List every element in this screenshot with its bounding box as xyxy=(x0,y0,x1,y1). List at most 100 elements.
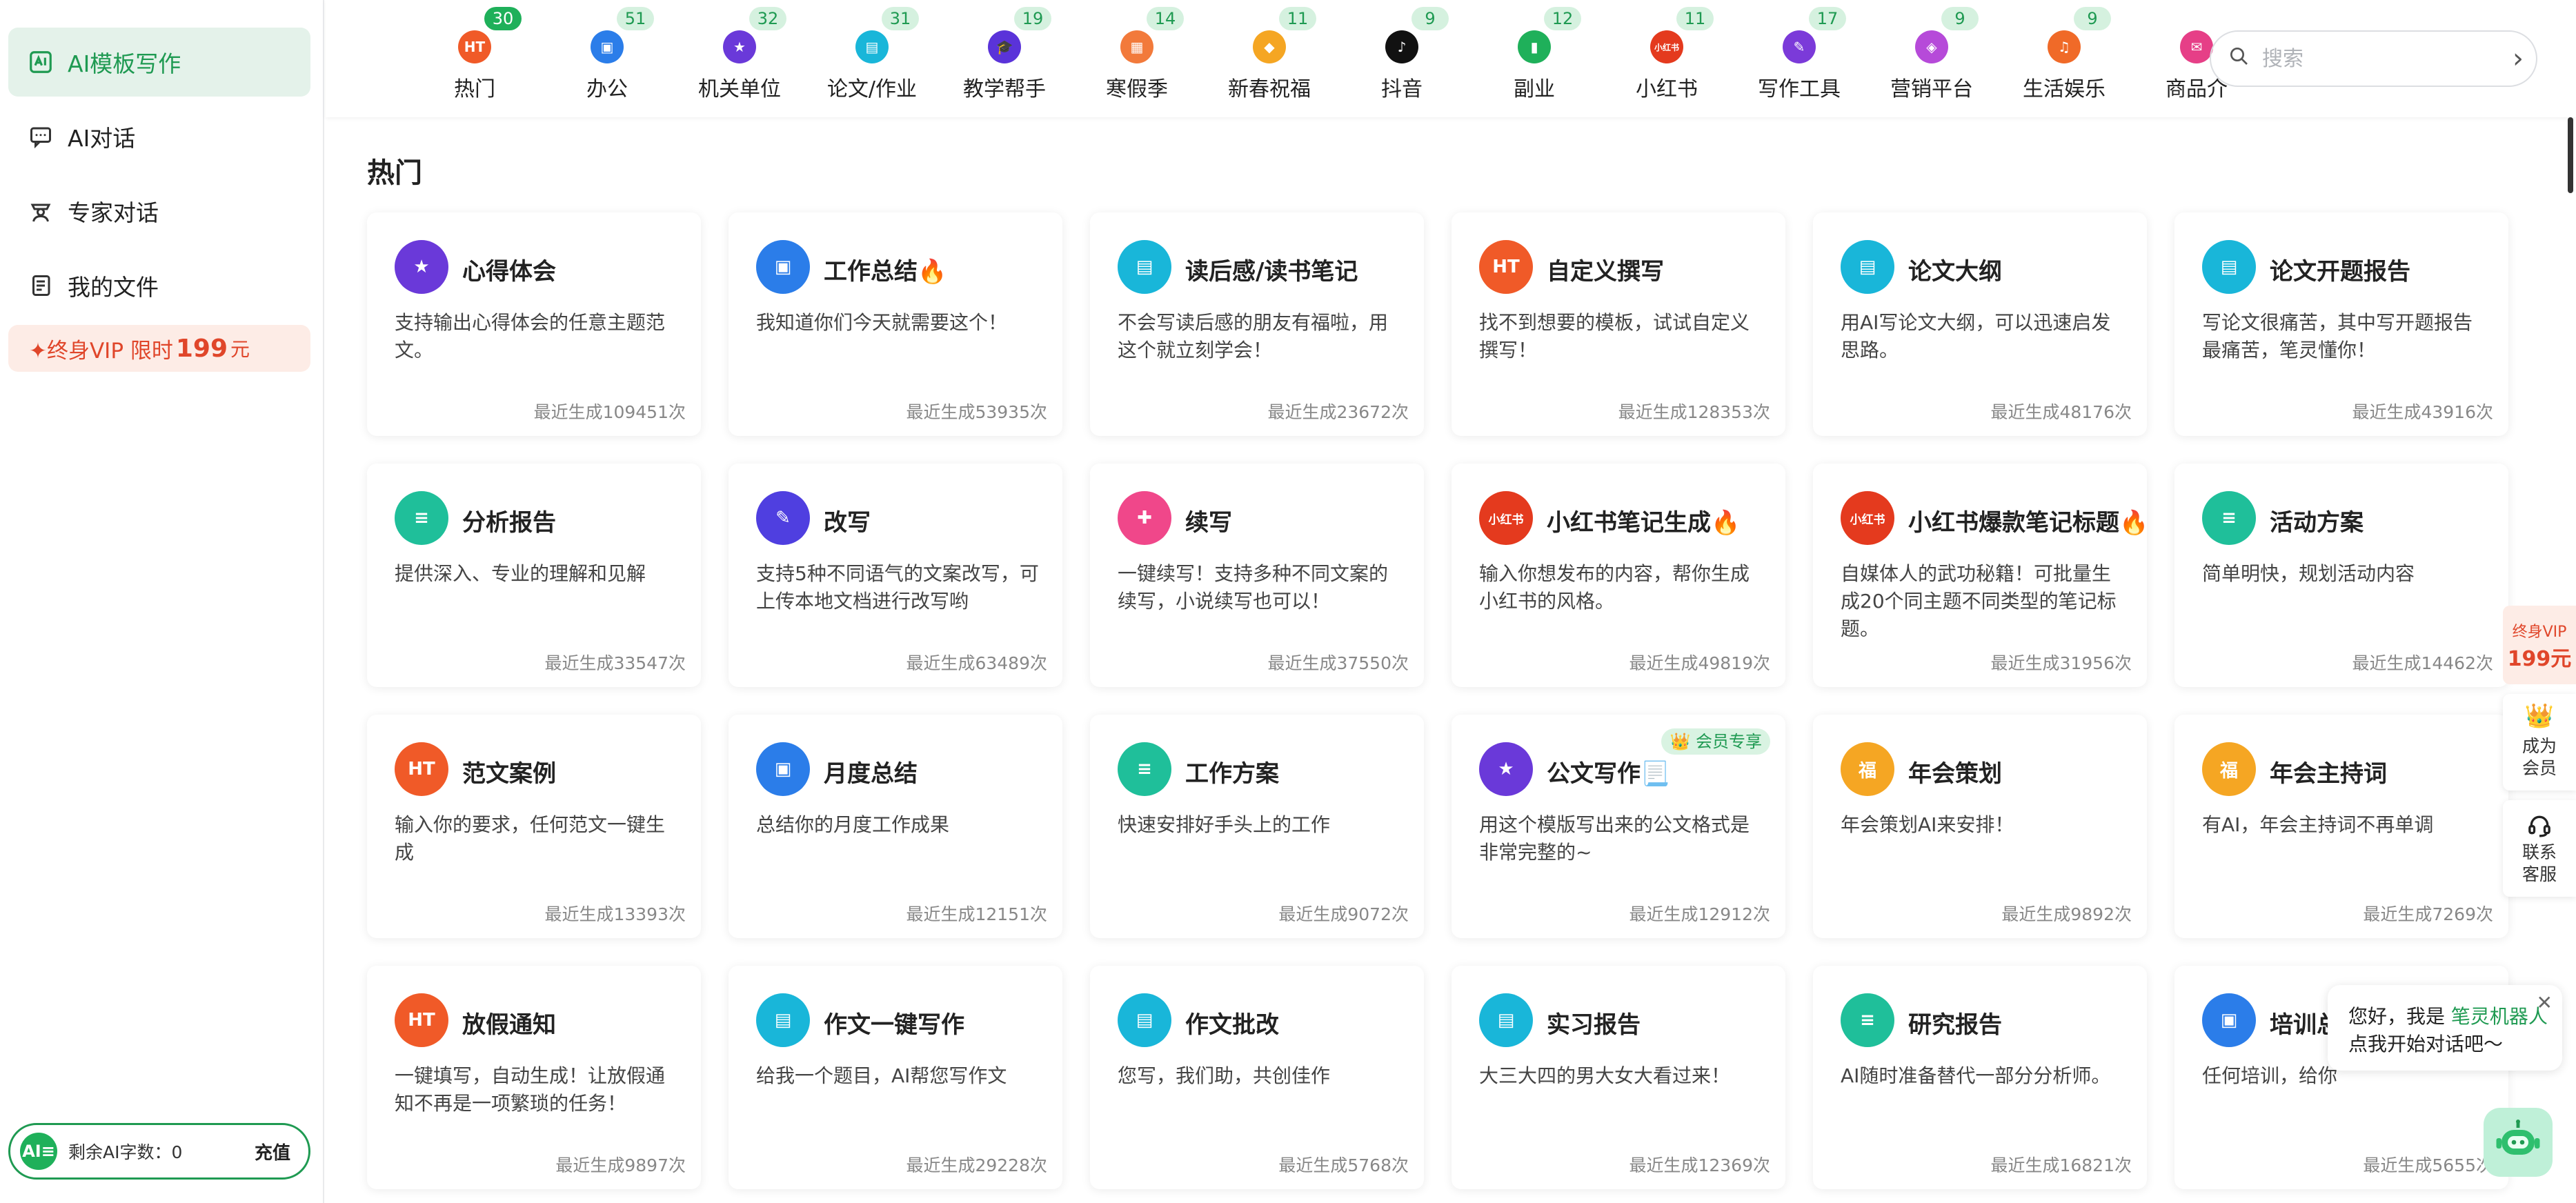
category-label: 生活娱乐 xyxy=(2023,77,2106,101)
category-icon: ▦ xyxy=(1120,30,1153,63)
tab-category[interactable]: ★ 32 机关单位 xyxy=(673,0,806,117)
sidebar-item-label: AI模板写作 xyxy=(68,50,181,77)
tab-category[interactable]: ♪ 9 抖音 xyxy=(1336,0,1468,117)
card-description: 简单明快，规划活动内容 xyxy=(2202,562,2415,585)
vip-promo-price: 199 xyxy=(175,334,228,363)
robot-greeting-bubble[interactable]: ✕ 您好，我是 笔灵机器人 点我开始对话吧～ xyxy=(2328,985,2562,1071)
category-label: 教学帮手 xyxy=(963,77,1046,101)
template-card[interactable]: 小红书 小红书笔记生成🔥 输入你想发布的内容，帮你生成小红书的风格。 最近生成4981… xyxy=(1452,464,1785,687)
document-icon: ≡ xyxy=(1841,993,1894,1047)
card-usage-count: 最近生成12369次 xyxy=(1629,1155,1770,1175)
category-count-badge: 17 xyxy=(1809,7,1846,30)
card-title: 年会主持词 xyxy=(2270,760,2387,788)
template-card[interactable]: ▤ 论文大纲 用AI写论文大纲，可以迅速启发思路。 最近生成48176次 xyxy=(1813,212,2147,436)
template-card[interactable]: ▤ 读后感/读书笔记 不会写读后感的朋友有福啦，用这个就立刻学会！ 最近生成23672… xyxy=(1090,212,1424,436)
template-card[interactable]: ▣ 月度总结总结你的月度工作成果最近生成12151次 xyxy=(729,715,1062,938)
template-card[interactable]: HT 自定义撰写 找不到想要的模板，试试自定义撰写！ 最近生成128353次 xyxy=(1452,212,1785,436)
tab-category[interactable]: 🎓 19 教学帮手 xyxy=(938,0,1071,117)
template-card[interactable]: ▤ 作文批改 您写，我们助，共创佳作 最近生成5768次 xyxy=(1090,966,1424,1189)
sidebar-vip-promo[interactable]: ✦终身VIP 限时 199 元 xyxy=(8,325,310,372)
book-icon: ▤ xyxy=(756,993,810,1047)
template-card[interactable]: ▣ 工作总结🔥 我知道你们今天就需要这个！ 最近生成53935次 xyxy=(729,212,1062,436)
tab-category[interactable]: HT 30 热门 xyxy=(408,0,541,117)
sidebar-item-ai-chat[interactable]: AI对话 xyxy=(8,102,310,171)
card-description: 支持输出心得体会的任意主题范文。 xyxy=(395,311,666,361)
contact-service-label-2: 客服 xyxy=(2521,864,2557,884)
sidebar-item-my-files[interactable]: 我的文件 xyxy=(8,251,310,320)
scrollbar[interactable] xyxy=(2568,117,2573,193)
card-usage-count: 最近生成12151次 xyxy=(906,904,1047,924)
briefcase-icon: ▣ xyxy=(756,240,810,294)
card-usage-count: 最近生成12912次 xyxy=(1629,904,1770,924)
tab-category[interactable]: ♫ 9 生活娱乐 xyxy=(1998,0,2130,117)
template-card[interactable]: ★ 公文写作📃 用这个模版写出来的公文格式是非常完整的~ 最近生成12912次 👑 会员… xyxy=(1452,715,1785,938)
contact-service-button[interactable]: 联系 客服 xyxy=(2503,800,2576,897)
star-badge-icon: ★ xyxy=(395,240,448,294)
card-title: 活动方案 xyxy=(2270,509,2364,537)
hot-flame-icon: HT xyxy=(395,742,448,796)
tab-category[interactable]: ◈ 9 营销平台 xyxy=(1865,0,1998,117)
template-card[interactable]: ≡ 活动方案 简单明快，规划活动内容 最近生成14462次 xyxy=(2174,464,2508,687)
member-only-badge: 👑 会员专享 xyxy=(1661,728,1770,755)
tab-category[interactable]: ✎ 17 写作工具 xyxy=(1733,0,1865,117)
book-icon: ▤ xyxy=(1118,240,1171,294)
category-icon: ✉ xyxy=(2180,30,2213,63)
card-title: 论文大纲 xyxy=(1908,258,2002,286)
template-card[interactable]: HT 范文案例 输入你的要求，任何范文一键生成 最近生成13393次 xyxy=(367,715,701,938)
robot-assistant-icon[interactable] xyxy=(2484,1108,2553,1177)
sidebar-item-ai-template[interactable]: AI模板写作 xyxy=(8,28,310,97)
template-card[interactable]: ▤ 实习报告 大三大四的男大女大看过来！ 最近生成12369次 xyxy=(1452,966,1785,1189)
template-card[interactable]: 福年会策划 年会策划AI来安排！ 最近生成9892次 xyxy=(1813,715,2147,938)
template-card[interactable]: ≡ 分析报告 提供深入、专业的理解和见解 最近生成33547次 xyxy=(367,464,701,687)
template-card[interactable]: 小红书 小红书爆款笔记标题🔥 自媒体人的武功秘籍！可批量生成20个同主题不同类型的笔… xyxy=(1813,464,2148,687)
tab-category[interactable]: ▦ 14 寒假季 xyxy=(1071,0,1203,117)
search-icon xyxy=(2228,45,2250,72)
card-title: 研究报告 xyxy=(1908,1011,2002,1039)
category-icon: ★ xyxy=(723,30,756,63)
template-card[interactable]: ✚ 续写 一键续写！支持多种不同文案的续写，小说续写也可以！ 最近生成37550次 xyxy=(1090,464,1424,687)
card-title: 作文一键写作 xyxy=(824,1011,964,1039)
chat-icon xyxy=(26,122,55,151)
recharge-button[interactable]: 充值 xyxy=(255,1139,290,1164)
float-vip-badge[interactable]: 终身VIP 199元 xyxy=(2503,606,2576,684)
template-card[interactable]: ▤ 论文开题报告 写论文很痛苦，其中写开题报告最痛苦，笔灵懂你！ 最近生成43916次 xyxy=(2174,212,2508,436)
card-description: 一键填写，自动生成！让放假通知不再是一项繁琐的任务！ xyxy=(395,1064,666,1115)
avatar: AI≡ xyxy=(20,1133,57,1170)
card-description: 用这个模版写出来的公文格式是非常完整的~ xyxy=(1479,813,1750,864)
category-count-badge: 32 xyxy=(749,7,786,30)
hot-flame-icon: HT xyxy=(1479,240,1533,294)
become-member-button[interactable]: 👑 成为 会员 xyxy=(2503,694,2576,791)
card-usage-count: 最近生成14462次 xyxy=(2352,653,2493,673)
xiaohongshu-icon: 小红书 xyxy=(1479,491,1533,545)
template-card[interactable]: ≡ 工作方案 快速安排好手头上的工作 最近生成9072次 xyxy=(1090,715,1424,938)
tab-category[interactable]: ▮ 12 副业 xyxy=(1468,0,1601,117)
vip-promo-unit: 元 xyxy=(230,338,250,361)
card-description: 年会策划AI来安排！ xyxy=(1841,813,2014,836)
card-usage-count: 最近生成49819次 xyxy=(1629,653,1770,673)
template-card[interactable]: 福年会主持词 有AI，年会主持词不再单调 最近生成7269次 xyxy=(2174,715,2508,938)
template-card[interactable]: ≡ 研究报告 AI随时准备替代一部分分析师。 最近生成16821次 xyxy=(1813,966,2147,1189)
category-label: 副业 xyxy=(1514,77,1555,101)
briefcase-icon: ▣ xyxy=(756,742,810,796)
feather-icon: ✎ xyxy=(756,491,810,545)
template-card[interactable]: ✎ 改写 支持5种不同语气的文案改写，可上传本地文档进行改写哟 最近生成63489次 xyxy=(729,464,1062,687)
sidebar-item-expert-chat[interactable]: 专家对话 xyxy=(8,177,310,246)
card-description: 有AI，年会主持词不再单调 xyxy=(2202,813,2434,836)
search-input[interactable] xyxy=(2262,46,2510,71)
card-description: 总结你的月度工作成果 xyxy=(756,813,950,836)
card-title: 月度总结 xyxy=(824,760,918,788)
template-card[interactable]: HT 放假通知 一键填写，自动生成！让放假通知不再是一项繁琐的任务！ 最近生成9897… xyxy=(367,966,701,1189)
tab-category[interactable]: ▣ 51 办公 xyxy=(541,0,673,117)
template-card[interactable]: ▤ 作文一键写作 给我一个题目，AI帮您写作文 最近生成29228次 xyxy=(729,966,1062,1189)
category-label: 新春祝福 xyxy=(1228,77,1311,101)
card-title: 作文批改 xyxy=(1185,1011,1279,1039)
card-title: 改写 xyxy=(824,509,871,537)
card-usage-count: 最近生成31956次 xyxy=(1990,653,2132,673)
template-card[interactable]: ★ 心得体会 支持输出心得体会的任意主题范文。 最近生成109451次 xyxy=(367,212,701,436)
close-icon[interactable]: ✕ xyxy=(2537,989,2553,1017)
tab-category[interactable]: ▤ 31 论文/作业 xyxy=(806,0,938,117)
tab-category[interactable]: ◆ 11 新春祝福 xyxy=(1203,0,1336,117)
card-description: 给我一个题目，AI帮您写作文 xyxy=(756,1064,1007,1087)
tab-category[interactable]: 小红书 11 小红书 xyxy=(1601,0,1733,117)
category-count-badge: 19 xyxy=(1014,7,1051,30)
